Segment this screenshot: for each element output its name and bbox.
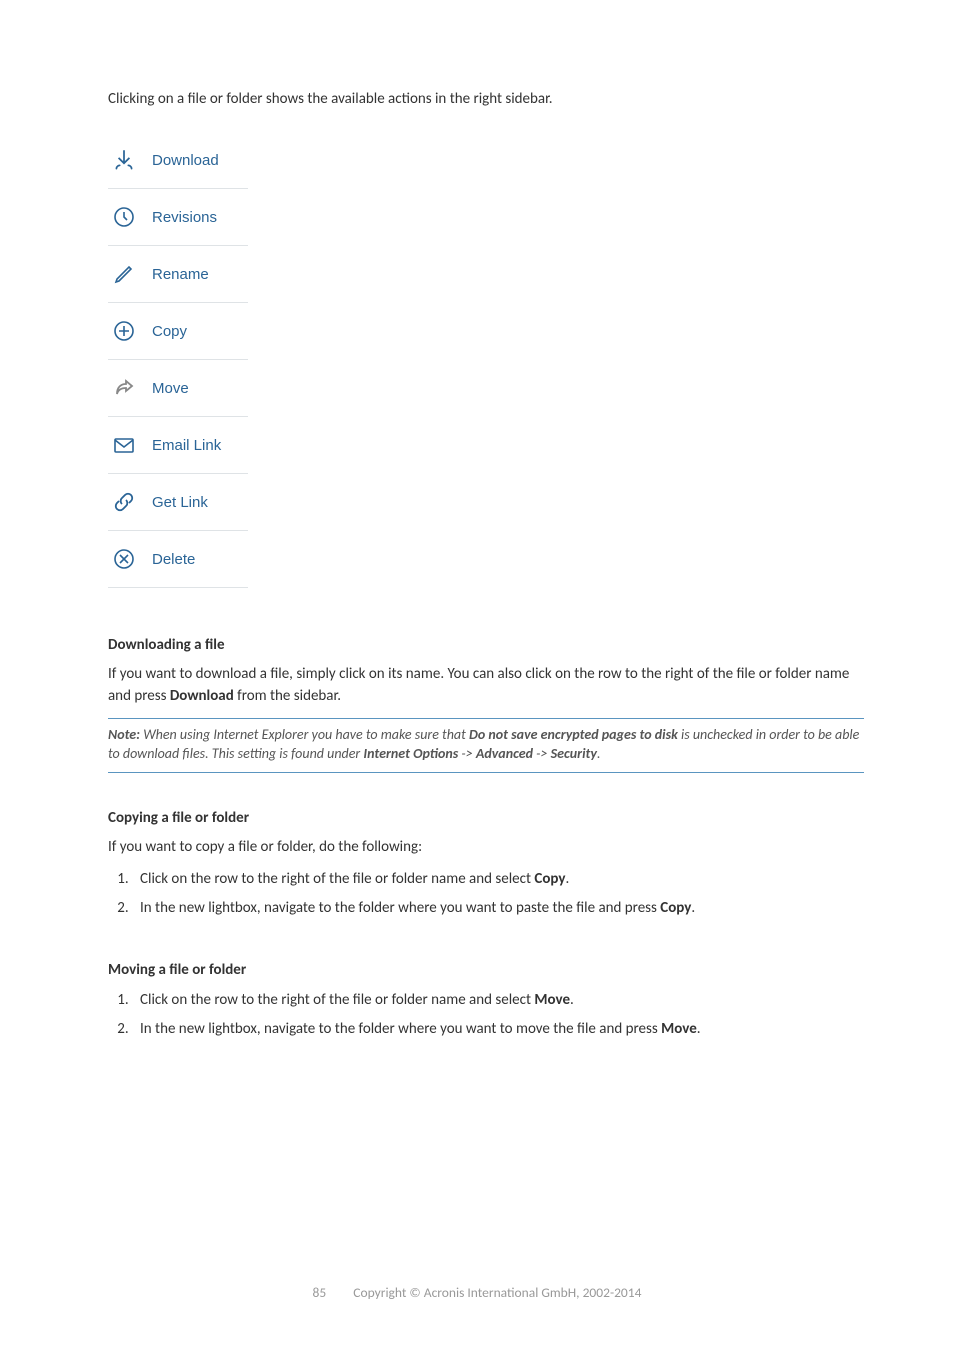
copyright: Copyright © Acronis International GmbH, …	[353, 1284, 641, 1301]
action-label: Copy	[152, 323, 187, 340]
heading-move: Moving a file or folder	[108, 961, 864, 979]
download-body: If you want to download a file, simply c…	[108, 664, 864, 708]
note-bold: Internet Options	[363, 745, 458, 762]
text: Click on the row to the right of the fil…	[140, 991, 534, 1009]
text: ->	[533, 745, 551, 762]
action-email-link[interactable]: Email Link	[108, 417, 248, 474]
bold: Copy	[534, 870, 565, 888]
text: Click on the row to the right of the fil…	[140, 870, 534, 888]
clock-icon	[110, 203, 138, 231]
link-icon	[110, 488, 138, 516]
action-label: Rename	[152, 266, 209, 283]
text: In the new lightbox, navigate to the fol…	[140, 899, 660, 917]
text: When using Internet Explorer you have to…	[140, 726, 469, 743]
text: .	[597, 745, 601, 762]
action-label: Move	[152, 380, 189, 397]
action-download[interactable]: Download	[108, 132, 248, 189]
page-footer: 85 Copyright © Acronis International Gmb…	[0, 1284, 954, 1301]
action-label: Delete	[152, 551, 195, 568]
action-rename[interactable]: Rename	[108, 246, 248, 303]
text: .	[565, 870, 569, 888]
text: ->	[458, 745, 476, 762]
action-move[interactable]: Move	[108, 360, 248, 417]
note-bold: Security	[551, 745, 597, 762]
action-label: Revisions	[152, 209, 217, 226]
bold: Copy	[660, 899, 691, 917]
text: from the sidebar.	[234, 687, 341, 705]
text: .	[570, 991, 574, 1009]
bold: Move	[661, 1020, 697, 1038]
page-number: 85	[313, 1284, 327, 1301]
action-label: Download	[152, 152, 219, 169]
note-label: Note:	[108, 726, 140, 743]
share-arrow-icon	[110, 374, 138, 402]
note-bold: Do not save encrypted pages to disk	[469, 726, 678, 743]
action-label: Email Link	[152, 437, 221, 454]
copy-lead: If you want to copy a file or folder, do…	[108, 837, 864, 859]
pencil-icon	[110, 260, 138, 288]
bold: Move	[534, 991, 570, 1009]
copy-steps: Click on the row to the right of the fil…	[108, 868, 864, 919]
action-revisions[interactable]: Revisions	[108, 189, 248, 246]
text: .	[697, 1020, 701, 1038]
move-steps: Click on the row to the right of the fil…	[108, 989, 864, 1040]
action-delete[interactable]: Delete	[108, 531, 248, 588]
download-icon	[110, 146, 138, 174]
actions-sidebar: Download Revisions Rename	[108, 132, 248, 588]
note-bold: Advanced	[476, 745, 533, 762]
action-copy[interactable]: Copy	[108, 303, 248, 360]
bold-download: Download	[170, 687, 234, 705]
heading-copy: Copying a file or folder	[108, 809, 864, 827]
list-item: In the new lightbox, navigate to the fol…	[132, 1018, 864, 1041]
text: In the new lightbox, navigate to the fol…	[140, 1020, 661, 1038]
heading-download: Downloading a file	[108, 636, 864, 654]
note-box: Note: When using Internet Explorer you h…	[108, 718, 864, 773]
x-circle-icon	[110, 545, 138, 573]
envelope-icon	[110, 431, 138, 459]
action-get-link[interactable]: Get Link	[108, 474, 248, 531]
plus-circle-icon	[110, 317, 138, 345]
action-label: Get Link	[152, 494, 208, 511]
list-item: In the new lightbox, navigate to the fol…	[132, 897, 864, 920]
text: .	[691, 899, 695, 917]
intro-text: Clicking on a file or folder shows the a…	[108, 90, 864, 108]
list-item: Click on the row to the right of the fil…	[132, 989, 864, 1012]
list-item: Click on the row to the right of the fil…	[132, 868, 864, 891]
